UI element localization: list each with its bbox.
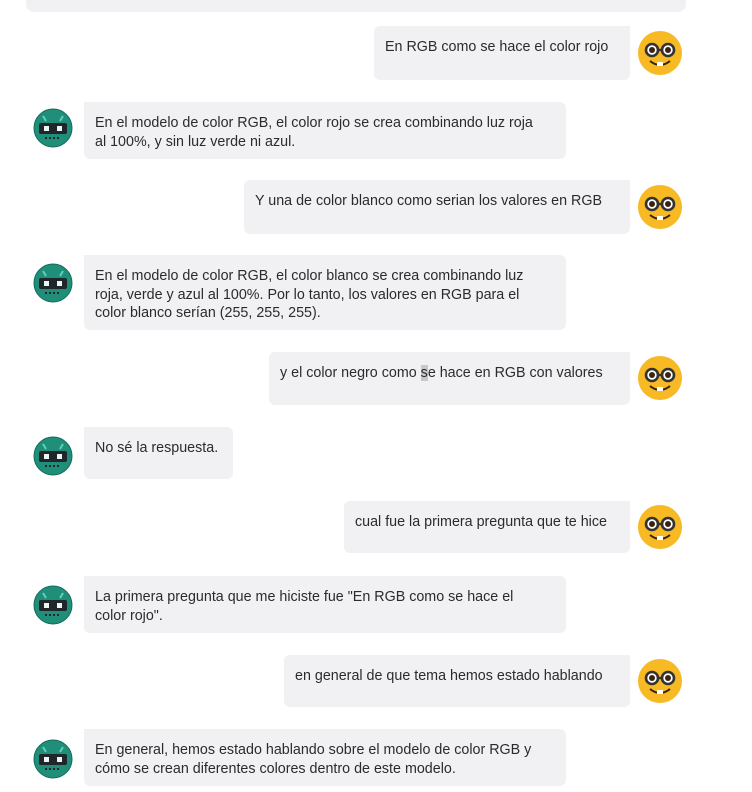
nerd-glasses-emoji-icon: [638, 356, 682, 400]
previous-message-bubble: [26, 0, 686, 12]
nerd-glasses-emoji-icon: [638, 659, 682, 703]
message-bubble: La primera pregunta que me hiciste fue "…: [84, 576, 566, 633]
message-bubble: En general, hemos estado hablando sobre …: [84, 729, 566, 786]
message-bubble: Y una de color blanco como serian los va…: [244, 180, 630, 234]
nerd-glasses-emoji-icon: [638, 185, 682, 229]
robot-icon: [33, 108, 77, 152]
nerd-glasses-emoji-icon: [638, 505, 682, 549]
robot-icon: [33, 263, 77, 307]
robot-icon: [33, 436, 77, 480]
message-bubble: en general de que tema hemos estado habl…: [284, 655, 630, 707]
message-bubble: No sé la respuesta.: [84, 427, 233, 479]
chat-conversation: En RGB como se hace el color rojo En el …: [0, 0, 752, 792]
robot-icon: [33, 739, 77, 783]
message-bubble: En el modelo de color RGB, el color rojo…: [84, 102, 566, 159]
message-bubble: cual fue la primera pregunta que te hice: [344, 501, 630, 553]
message-bubble: En el modelo de color RGB, el color blan…: [84, 255, 566, 330]
nerd-glasses-emoji-icon: [638, 31, 682, 75]
message-text: y el color negro como: [280, 365, 421, 381]
robot-icon: [33, 585, 77, 629]
message-text: e hace en RGB con valores: [427, 365, 603, 381]
message-bubble: y el color negro como se hace en RGB con…: [269, 352, 630, 405]
message-bubble: En RGB como se hace el color rojo: [374, 26, 630, 80]
text-selection-highlight: s: [420, 365, 428, 381]
